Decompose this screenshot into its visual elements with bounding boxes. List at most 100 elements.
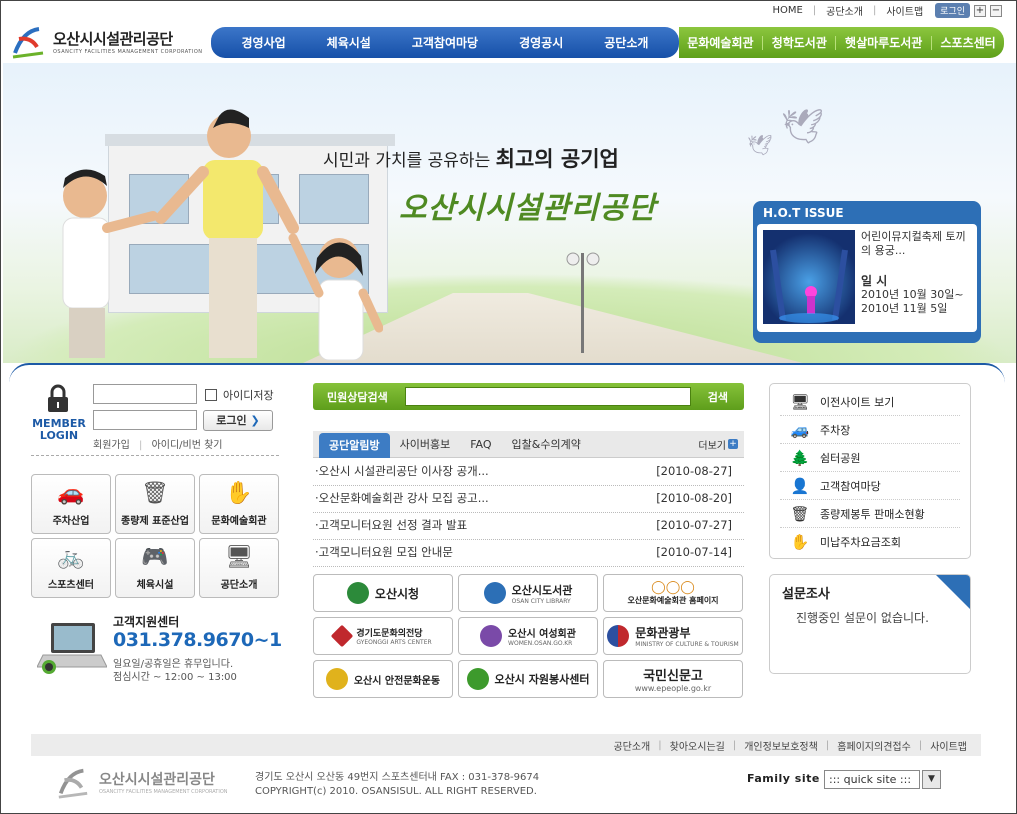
logo-icon (346, 582, 369, 604)
zoom-out-button[interactable]: − (990, 4, 1002, 17)
id-input[interactable] (93, 384, 197, 404)
site-banner[interactable]: ◯◯◯ 오산문화예술회관 홈페이지 (603, 574, 743, 612)
zoom-in-button[interactable]: + (974, 4, 986, 17)
facility-nav-item[interactable]: 문화예술회관 (687, 34, 753, 51)
nav-item[interactable]: 경영사업 (242, 34, 286, 51)
search-input[interactable] (405, 387, 691, 406)
hot-issue-date: 2010년 11월 5일 (861, 302, 948, 315)
nav-item[interactable]: 고객참여마당 (412, 34, 478, 51)
trash-bag-icon: 🗑 (141, 481, 169, 506)
site-logo[interactable]: 오산시시설관리공단 OSANCITY FACILITIES MANAGEMENT… (9, 23, 203, 59)
save-id-checkbox[interactable] (205, 389, 217, 401)
chevron-down-icon[interactable]: ▼ (922, 770, 941, 789)
quick-link-item[interactable]: 🌲 쉼터공원 (780, 444, 960, 472)
login-divider (31, 455, 279, 456)
footer-link[interactable]: 개인정보보호정책 (744, 738, 818, 753)
quick-link-item[interactable]: 👤 고객참여마당 (780, 472, 960, 500)
quick-menu-item[interactable]: 🗑 종량제 표준산업 (115, 474, 195, 534)
footer-link[interactable]: 공단소개 (613, 738, 650, 753)
logo-icon (466, 668, 489, 690)
list-item[interactable]: ·오산시 시설관리공단 이사장 공개... [2010-08-27] (313, 459, 744, 486)
tab-notice[interactable]: 공단알림방 (319, 432, 390, 458)
hot-issue-image (763, 230, 855, 324)
search-button[interactable]: 검색 (708, 389, 728, 405)
facility-nav-item[interactable]: 청학도서관 (772, 34, 827, 51)
password-input[interactable] (93, 410, 197, 430)
gamepad-icon: 🎮 (141, 545, 169, 570)
hand-icon: ✋ (225, 481, 253, 506)
quick-menu-item[interactable]: 🖥 공단소개 (199, 538, 279, 598)
quick-menu-item[interactable]: 🚗 주차산업 (31, 474, 111, 534)
banner-slogan: 시민과 가치를 공유하는 최고의 공기업 (323, 147, 619, 171)
family-site-select[interactable]: ::: quick site ::: (824, 770, 920, 789)
save-id-label: 아이디저장 (223, 389, 274, 402)
logo-icon (325, 668, 348, 690)
laptop-icon (37, 623, 107, 674)
logo-icon (480, 625, 503, 647)
notice-tabs: 공단알림방 사이버홍보 FAQ 입찰&수의계약 더보기 + (313, 431, 744, 458)
quick-menu-item[interactable]: 🎮 체육시설 (115, 538, 195, 598)
quick-menu-item[interactable]: ✋ 문화예술회관 (199, 474, 279, 534)
logo-icon (607, 625, 630, 647)
about-link[interactable]: 공단소개 (826, 3, 863, 18)
footer-address: 경기도 오산시 오산동 49번지 스포츠센터내 FAX : 031-378-96… (255, 772, 540, 797)
facility-nav-item[interactable]: 스포츠센터 (940, 34, 995, 51)
sitemap-link[interactable]: 사이트맵 (886, 3, 923, 18)
site-banner[interactable]: 오산시 여성회관 WOMEN.OSAN.GO.KR (458, 617, 598, 655)
nav-item[interactable]: 경영공시 (519, 34, 563, 51)
poll-panel: 설문조사 진행중인 설문이 없습니다. (769, 574, 971, 674)
quick-link-item[interactable]: ✋ 미납주차요금조회 (780, 528, 960, 556)
page-frame: HOME | 공단소개 | 사이트맵 로그인 + − 오산시시설관리공단 OSANC… (0, 0, 1017, 814)
street-lamp-icon (566, 252, 600, 353)
site-banner[interactable]: 오산시 안전문화운동 (313, 660, 453, 698)
join-link[interactable]: 회원가입 (93, 440, 130, 451)
list-item[interactable]: ·고객모니터요원 선정 결과 발표 [2010-07-27] (313, 513, 744, 540)
hot-issue-panel[interactable]: H.O.T ISSUE 어린이뮤지컬축제 토끼의 용궁... 일 시 2010년… (753, 201, 981, 343)
quick-links: 🖥 이전사이트 보기 🚙 주차장 🌲 쉼터공원 👤 고객참여마당 🗑 종량제봉투 판매소현… (769, 383, 971, 559)
poll-message: 진행중인 설문이 없습니다. (796, 611, 929, 625)
utility-bar: HOME | 공단소개 | 사이트맵 로그인 + − (772, 3, 1002, 18)
logo-icon (483, 582, 506, 604)
poll-title: 설문조사 (782, 587, 830, 602)
customer-support: 고객지원센터 031.378.9670~1 일요일/공휴일은 휴무입니다. 점심… (31, 613, 282, 683)
lock-icon (48, 384, 68, 412)
plus-icon: + (728, 439, 738, 449)
facility-nav-item[interactable]: 햇살마루도서관 (845, 34, 922, 51)
list-item[interactable]: ·오산문화예술회관 강사 모집 공고... [2010-08-20] (313, 486, 744, 513)
site-banner[interactable]: 오산시청 (313, 574, 453, 612)
login-button[interactable]: 로그인 ❯ (203, 410, 273, 431)
more-link[interactable]: 더보기 + (698, 437, 738, 452)
site-banner[interactable]: 국민신문고 www.epeople.go.kr (603, 660, 743, 698)
login-links: 회원가입 | 아이디/비번 찾기 (93, 440, 223, 451)
nav-item[interactable]: 공단소개 (604, 34, 648, 51)
site-banner[interactable]: 오산시도서관 OSAN CITY LIBRARY (458, 574, 598, 612)
home-link[interactable]: HOME (772, 5, 802, 16)
quick-link-item[interactable]: 🚙 주차장 (780, 416, 960, 444)
site-banner[interactable]: 오산시 자원봉사센터 (458, 660, 598, 698)
hot-issue-date-label: 일 시 (861, 274, 888, 288)
tab-cyber-pr[interactable]: 사이버홍보 (390, 431, 461, 458)
site-banner[interactable]: 경기도문화의전당 GYEONGGI ARTS CENTER (313, 617, 453, 655)
login-link[interactable]: 로그인 (935, 3, 970, 18)
list-item[interactable]: ·고객모니터요원 모집 안내문 [2010-07-14] (313, 540, 744, 567)
bicycle-icon: 🚲 (57, 545, 85, 570)
car-icon: 🚙 (790, 420, 810, 439)
facility-nav: 문화예술회관 청학도서관 햇살마루도서관 스포츠센터 (679, 27, 1004, 58)
quick-link-item[interactable]: 🖥 이전사이트 보기 (780, 388, 960, 416)
footer-link[interactable]: 찾아오시는길 (670, 738, 725, 753)
footer-link[interactable]: 홈페이지의견접수 (837, 738, 911, 753)
notice-list: ·오산시 시설관리공단 이사장 공개... [2010-08-27] ·오산문화예… (313, 459, 744, 567)
hot-issue-title: H.O.T ISSUE (763, 206, 844, 220)
site-banner[interactable]: 문화관광부 MINISTRY OF CULTURE & TOURISM (603, 617, 743, 655)
rings-icon: ◯◯◯ (651, 580, 695, 595)
nav-item[interactable]: 체육시설 (327, 34, 371, 51)
tab-faq[interactable]: FAQ (460, 431, 501, 458)
footer-link[interactable]: 사이트맵 (930, 738, 967, 753)
find-account-link[interactable]: 아이디/비번 찾기 (152, 440, 223, 451)
related-sites: 오산시청 오산시도서관 OSAN CITY LIBRARY ◯◯◯ 오산문화예술회관… (313, 574, 744, 698)
logo-icon (331, 624, 354, 648)
tree-icon: 🌲 (790, 448, 810, 467)
quick-menu-item[interactable]: 🚲 스포츠센터 (31, 538, 111, 598)
quick-link-item[interactable]: 🗑 종량제봉투 판매소현황 (780, 500, 960, 528)
tab-bid[interactable]: 입찰&수의계약 (502, 431, 591, 458)
